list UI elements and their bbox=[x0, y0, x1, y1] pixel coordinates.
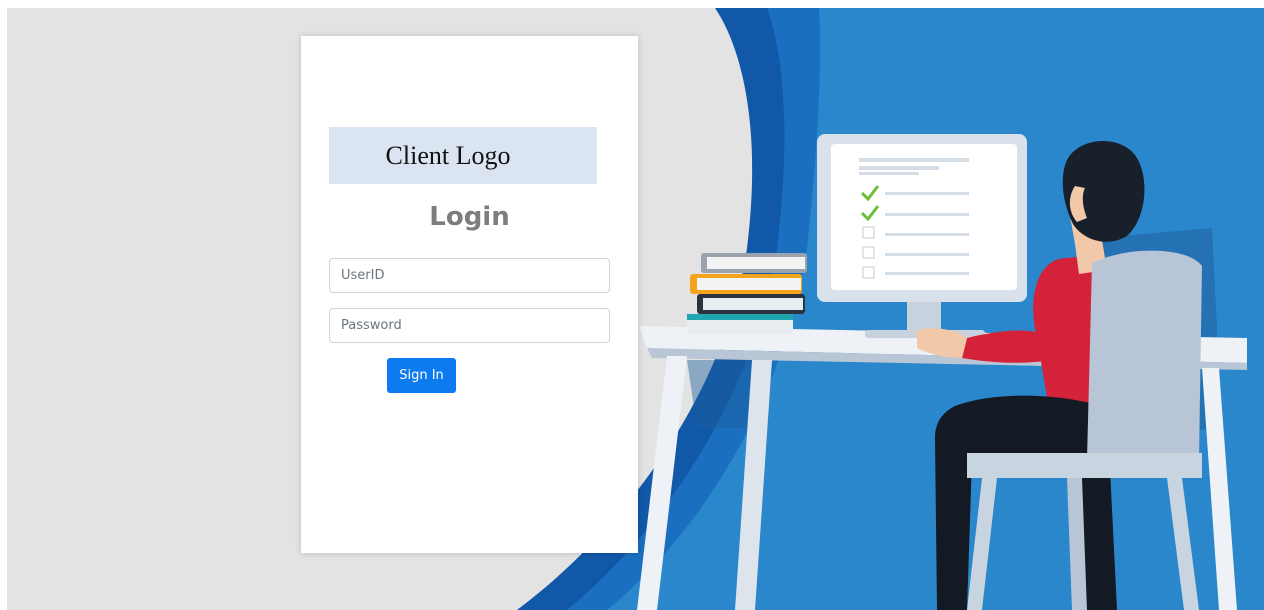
login-page: Client Logo Login Sign In bbox=[7, 8, 1264, 610]
userid-input[interactable] bbox=[329, 258, 610, 293]
book-stack bbox=[687, 253, 807, 334]
sign-in-button[interactable]: Sign In bbox=[387, 358, 456, 393]
login-title: Login bbox=[429, 202, 510, 232]
login-card: Client Logo Login Sign In bbox=[301, 36, 638, 553]
client-logo-text: Client Logo bbox=[385, 140, 511, 170]
client-logo: Client Logo bbox=[329, 127, 597, 184]
password-input[interactable] bbox=[329, 308, 610, 343]
